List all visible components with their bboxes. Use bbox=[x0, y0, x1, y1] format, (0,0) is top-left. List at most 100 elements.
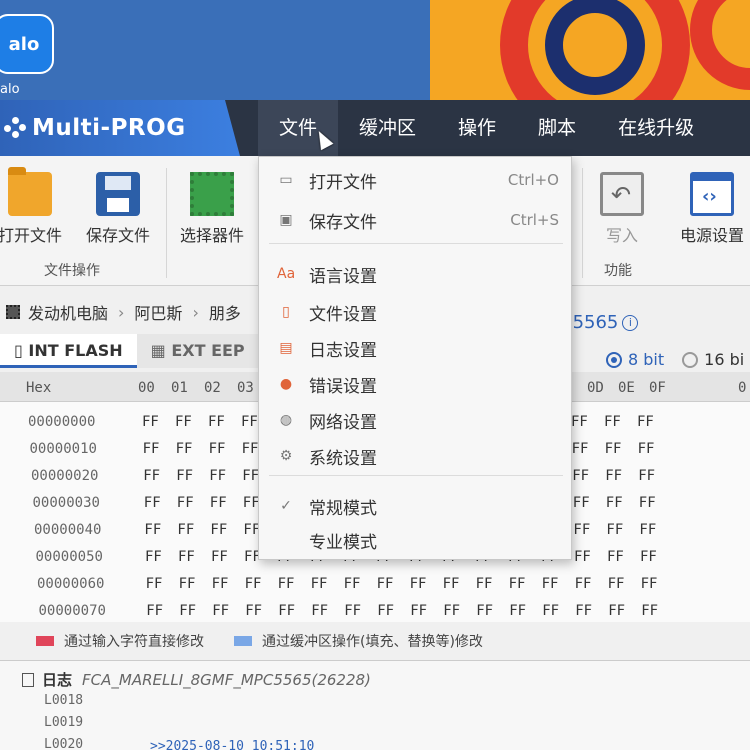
hex-cell[interactable]: FF bbox=[410, 603, 427, 619]
hex-cell[interactable]: FF bbox=[571, 414, 588, 430]
hex-cell[interactable]: FF bbox=[410, 576, 427, 592]
hex-cell[interactable]: FF bbox=[146, 576, 163, 592]
hex-cell[interactable]: FF bbox=[638, 441, 655, 457]
tab-ext-eeprom[interactable]: ▦ EXT EEP bbox=[136, 334, 259, 368]
power-settings-button[interactable]: 电源设置 bbox=[672, 172, 750, 246]
hex-cell[interactable]: FF bbox=[179, 603, 196, 619]
hex-cell[interactable]: FF bbox=[176, 468, 193, 484]
hex-cell[interactable]: FF bbox=[241, 414, 258, 430]
hex-cell[interactable]: FF bbox=[242, 441, 259, 457]
hex-cell[interactable]: FF bbox=[606, 495, 623, 511]
hex-cell[interactable]: FF bbox=[143, 441, 160, 457]
radio-16bit[interactable] bbox=[682, 351, 699, 368]
hex-cell[interactable]: FF bbox=[573, 495, 590, 511]
hex-cell[interactable]: FF bbox=[574, 549, 591, 565]
hex-cell[interactable]: FF bbox=[211, 549, 228, 565]
hex-cell[interactable]: FF bbox=[245, 576, 262, 592]
hex-cell[interactable]: FF bbox=[476, 603, 493, 619]
hex-cell[interactable]: FF bbox=[509, 603, 526, 619]
hex-cell[interactable]: FF bbox=[245, 603, 262, 619]
hex-cell[interactable]: FF bbox=[607, 549, 624, 565]
hex-cell[interactable]: FF bbox=[177, 495, 194, 511]
menu-item-10[interactable]: 专业模式 bbox=[259, 523, 573, 557]
hex-cell[interactable]: FF bbox=[344, 576, 361, 592]
hex-cell[interactable]: FF bbox=[142, 414, 159, 430]
menu-item-9[interactable]: ✓ 常规模式 bbox=[259, 489, 573, 523]
menu-item-2[interactable]: ▣ 保存文件 Ctrl+S bbox=[259, 203, 573, 237]
hex-cell[interactable]: FF bbox=[542, 576, 559, 592]
info-icon[interactable]: i bbox=[622, 315, 639, 331]
hex-cell[interactable]: FF bbox=[641, 603, 658, 619]
hex-cell[interactable]: FF bbox=[144, 495, 161, 511]
hex-cell[interactable]: FF bbox=[572, 468, 589, 484]
hex-cell[interactable]: FF bbox=[177, 522, 194, 538]
breadcrumb-item[interactable]: 阿巴斯 bbox=[134, 300, 182, 324]
hex-cell[interactable]: FF bbox=[573, 522, 590, 538]
hex-cell[interactable]: FF bbox=[311, 603, 328, 619]
hex-cell[interactable]: FF bbox=[175, 414, 192, 430]
menu-script[interactable]: 脚本 bbox=[517, 100, 597, 156]
write-button[interactable]: 写入 bbox=[582, 172, 662, 246]
hex-cell[interactable]: FF bbox=[572, 441, 589, 457]
hex-cell[interactable]: FF bbox=[212, 603, 229, 619]
hex-cell[interactable]: FF bbox=[606, 522, 623, 538]
menu-operation[interactable]: 操作 bbox=[437, 100, 517, 156]
hex-cell[interactable]: FF bbox=[311, 576, 328, 592]
select-device-button[interactable]: 选择器件 bbox=[172, 172, 252, 246]
hex-cell[interactable]: FF bbox=[209, 468, 226, 484]
hex-cell[interactable]: FF bbox=[608, 576, 625, 592]
menu-item-8[interactable]: ⚙ 系统设置 bbox=[259, 439, 573, 473]
desktop-app-icon[interactable]: alo bbox=[0, 14, 54, 74]
hex-cell[interactable]: FF bbox=[605, 468, 622, 484]
hex-cell[interactable]: FF bbox=[242, 468, 259, 484]
hex-cell[interactable]: FF bbox=[146, 603, 163, 619]
breadcrumb-item[interactable]: 朋多 bbox=[209, 300, 241, 324]
breadcrumb-item[interactable]: 发动机电脑 bbox=[28, 300, 108, 324]
hex-cell[interactable]: FF bbox=[637, 414, 654, 430]
breadcrumb-separator: › bbox=[192, 302, 199, 322]
hex-cell[interactable]: FF bbox=[178, 549, 195, 565]
open-file-button[interactable]: 打开文件 bbox=[0, 167, 70, 246]
hex-cell[interactable]: FF bbox=[208, 414, 225, 430]
menu-item-6[interactable]: ● 错误设置 bbox=[259, 367, 573, 401]
hex-cell[interactable]: FF bbox=[145, 549, 162, 565]
hex-cell[interactable]: FF bbox=[344, 603, 361, 619]
hex-cell[interactable]: FF bbox=[210, 495, 227, 511]
save-file-button[interactable]: 保存文件 bbox=[78, 172, 158, 246]
menu-buffer[interactable]: 缓冲区 bbox=[338, 100, 437, 156]
hex-cell[interactable]: FF bbox=[509, 576, 526, 592]
hex-cell[interactable]: FF bbox=[278, 603, 295, 619]
hex-cell[interactable]: FF bbox=[575, 576, 592, 592]
hex-cell[interactable]: FF bbox=[210, 522, 227, 538]
menu-item-1[interactable]: ▭ 打开文件 Ctrl+O bbox=[259, 163, 573, 197]
menu-online-upgrade[interactable]: 在线升级 bbox=[597, 100, 715, 156]
hex-cell[interactable]: FF bbox=[605, 441, 622, 457]
hex-cell[interactable]: FF bbox=[144, 522, 161, 538]
hex-cell[interactable]: FF bbox=[542, 603, 559, 619]
radio-8bit[interactable] bbox=[606, 351, 622, 368]
hex-cell[interactable]: FF bbox=[209, 441, 226, 457]
hex-cell[interactable]: FF bbox=[179, 576, 196, 592]
hex-cell[interactable]: FF bbox=[377, 603, 394, 619]
hex-cell[interactable]: FF bbox=[176, 441, 193, 457]
hex-cell[interactable]: FF bbox=[476, 576, 493, 592]
hex-cell[interactable]: FF bbox=[640, 549, 657, 565]
hex-cell[interactable]: FF bbox=[278, 576, 295, 592]
hex-cell[interactable]: FF bbox=[639, 495, 656, 511]
hex-cell[interactable]: FF bbox=[443, 576, 460, 592]
hex-cell[interactable]: FF bbox=[638, 468, 655, 484]
menu-item-7[interactable]: ◍ 网络设置 bbox=[259, 403, 573, 437]
hex-cell[interactable]: FF bbox=[575, 603, 592, 619]
menu-item-5[interactable]: ▤ 日志设置 bbox=[259, 331, 573, 365]
hex-cell[interactable]: FF bbox=[443, 603, 460, 619]
tab-int-flash[interactable]: ▯ INT FLASH bbox=[0, 334, 137, 368]
hex-cell[interactable]: FF bbox=[377, 576, 394, 592]
hex-cell[interactable]: FF bbox=[641, 576, 658, 592]
hex-cell[interactable]: FF bbox=[639, 522, 656, 538]
hex-cell[interactable]: FF bbox=[604, 414, 621, 430]
menu-item-4[interactable]: ▯ 文件设置 bbox=[259, 295, 573, 329]
hex-cell[interactable]: FF bbox=[143, 468, 160, 484]
hex-cell[interactable]: FF bbox=[212, 576, 229, 592]
menu-item-3[interactable]: Aa 语言设置 bbox=[259, 257, 573, 291]
hex-cell[interactable]: FF bbox=[608, 603, 625, 619]
